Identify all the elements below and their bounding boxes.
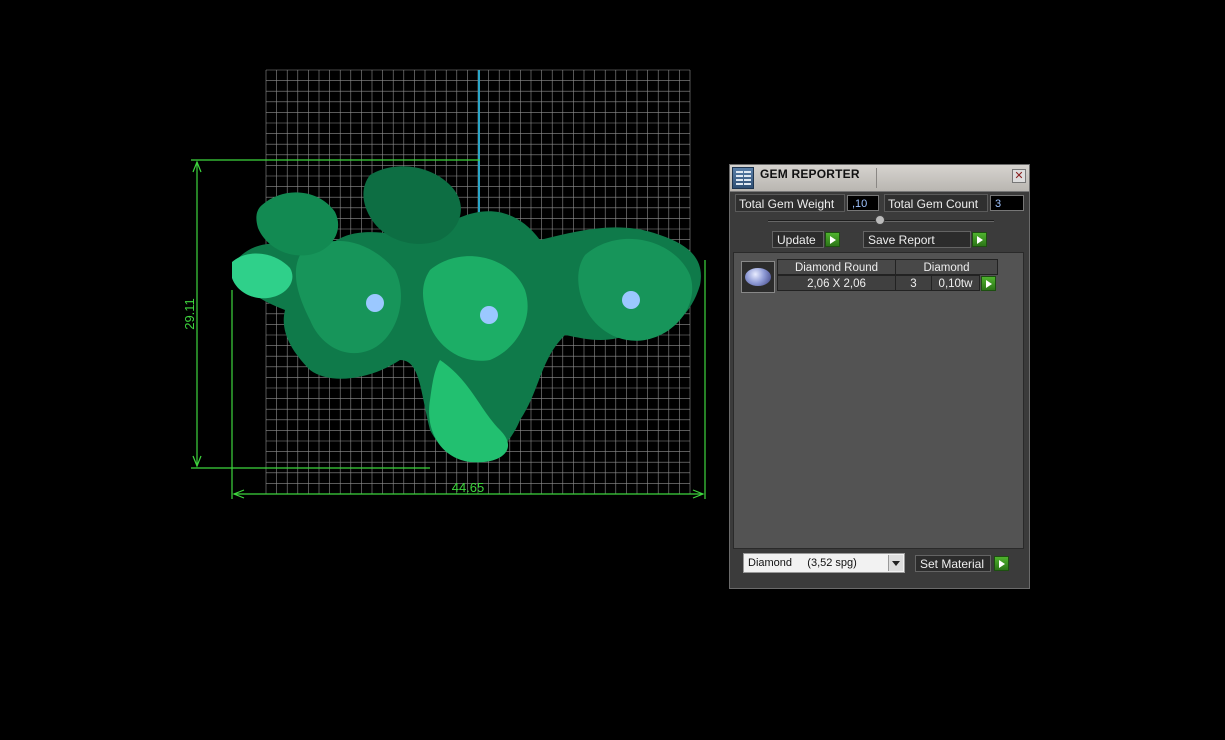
gem-row-go-icon[interactable] <box>981 276 996 291</box>
save-report-button[interactable]: Save Report <box>863 231 971 248</box>
set-material-button[interactable]: Set Material <box>915 555 991 572</box>
gem-material: Diamond <box>895 259 998 275</box>
3d-viewport[interactable]: 29.11 44.65 <box>0 0 1225 740</box>
gem-list[interactable]: Diamond Round Diamond 2,06 X 2,06 3 0,10… <box>733 252 1024 549</box>
title-separator <box>876 168 877 188</box>
splitter-toggle-icon[interactable] <box>875 215 885 225</box>
material-select-value: Diamond (3,52 spg) <box>748 557 857 569</box>
total-gem-weight-label: Total Gem Weight <box>735 194 845 212</box>
height-dimension-label: 29.11 <box>182 298 197 330</box>
width-dimension-label: 44.65 <box>452 480 485 495</box>
gem-size: 2,06 X 2,06 <box>777 275 896 291</box>
close-icon[interactable]: ✕ <box>1012 169 1026 183</box>
total-gem-count-value: 3 <box>990 195 1024 211</box>
gem-count: 3 <box>895 275 932 291</box>
gem-stone-2 <box>480 306 498 324</box>
gem-stone-3 <box>622 291 640 309</box>
panel-titlebar[interactable]: GEM REPORTER ✕ <box>730 165 1029 192</box>
total-gem-weight-value: ,10 <box>847 195 879 211</box>
gem-shape: Diamond Round <box>777 259 896 275</box>
gem-reporter-panel: GEM REPORTER ✕ Total Gem Weight ,10 Tota… <box>729 164 1030 589</box>
save-report-go-icon[interactable] <box>972 232 987 247</box>
material-select[interactable]: Diamond (3,52 spg) <box>743 553 905 573</box>
update-button[interactable]: Update <box>772 231 824 248</box>
gem-weight: 0,10tw <box>931 275 980 291</box>
update-go-icon[interactable] <box>825 232 840 247</box>
set-material-go-icon[interactable] <box>994 556 1009 571</box>
chevron-down-icon[interactable] <box>888 555 903 571</box>
panel-title: GEM REPORTER <box>760 167 860 181</box>
jewelry-model[interactable] <box>232 166 701 463</box>
gem-thumbnail-icon <box>741 261 775 293</box>
gem-reporter-icon <box>732 167 754 189</box>
viewport-canvas[interactable]: 29.11 44.65 <box>0 0 1225 740</box>
total-gem-count-label: Total Gem Count <box>884 194 988 212</box>
gem-stone-1 <box>366 294 384 312</box>
